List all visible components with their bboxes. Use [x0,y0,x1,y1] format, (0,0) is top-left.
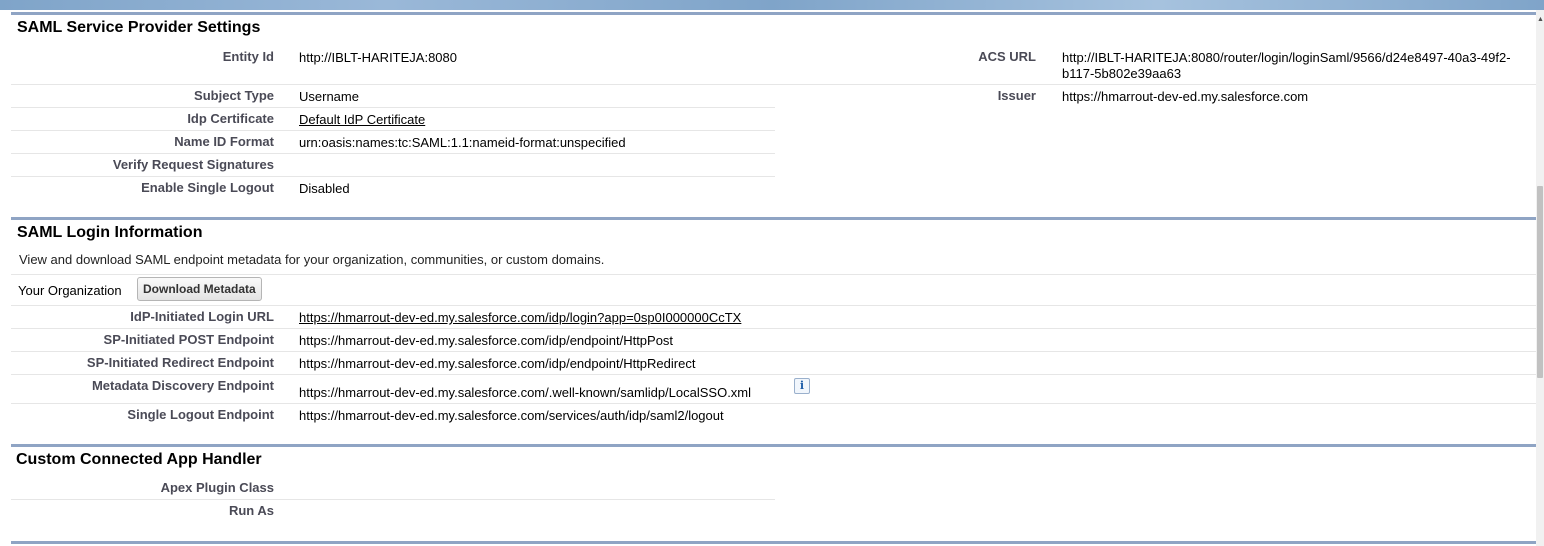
row-divider [11,84,1536,85]
your-organization-label: Your Organization [18,283,122,298]
subject-type-value: Username [299,89,359,104]
row-divider [11,130,775,131]
enable-single-logout-value: Disabled [299,181,350,196]
name-id-format-label: Name ID Format [174,134,274,149]
metadata-discovery-label: Metadata Discovery Endpoint [91,378,274,393]
row-divider [11,274,1536,275]
sp-post-endpoint-value: https://hmarrout-dev-ed.my.salesforce.co… [299,333,674,348]
apex-plugin-class-label: Apex Plugin Class [160,480,274,495]
acs-url-value: http://IBLT-HARITEJA:8080/router/login/l… [1062,50,1511,81]
run-as-label: Run As [228,503,274,518]
row-divider [11,499,775,500]
row-divider [11,305,1536,306]
page-header-band [0,0,1544,10]
verify-request-signatures-label: Verify Request Signatures [112,157,274,172]
enable-single-logout-label: Enable Single Logout [141,180,274,195]
idp-login-url-label: IdP-Initiated Login URL [130,309,274,324]
section-divider [11,217,1536,220]
row-divider [11,153,775,154]
scroll-up-arrow-icon[interactable]: ▲ [1537,16,1544,24]
entity-id-value: http://IBLT-HARITEJA:8080 [299,50,457,65]
entity-id-label: Entity Id [222,49,274,64]
row-divider [11,328,1536,329]
issuer-label: Issuer [997,88,1036,103]
single-logout-endpoint-value: https://hmarrout-dev-ed.my.salesforce.co… [299,408,724,423]
idp-login-url-link[interactable]: https://hmarrout-dev-ed.my.salesforce.co… [299,310,741,325]
metadata-discovery-value: https://hmarrout-dev-ed.my.salesforce.co… [299,385,752,400]
sp-post-endpoint-label: SP-Initiated POST Endpoint [103,332,274,347]
row-divider [11,351,1536,352]
scrollbar-thumb[interactable] [1537,186,1543,378]
sp-redirect-endpoint-value: https://hmarrout-dev-ed.my.salesforce.co… [299,356,696,371]
idp-certificate-label: Idp Certificate [187,111,274,126]
sp-redirect-endpoint-label: SP-Initiated Redirect Endpoint [86,355,274,370]
single-logout-endpoint-label: Single Logout Endpoint [127,407,274,422]
section-divider [11,12,1536,15]
row-divider [11,374,1536,375]
section-title-sp-settings: SAML Service Provider Settings [17,19,261,36]
issuer-value: https://hmarrout-dev-ed.my.salesforce.co… [1062,89,1309,104]
section-title-handler: Custom Connected App Handler [16,451,262,468]
idp-certificate-link[interactable]: Default IdP Certificate [299,112,425,127]
info-icon[interactable]: i [794,378,810,394]
section-title-login-info: SAML Login Information [17,224,203,241]
section-divider [11,541,1536,544]
row-divider [11,107,775,108]
acs-url-label: ACS URL [978,49,1036,64]
subject-type-label: Subject Type [194,88,274,103]
login-info-description: View and download SAML endpoint metadata… [19,252,605,267]
row-divider [11,176,775,177]
row-divider [11,403,1536,404]
section-divider [11,444,1536,447]
name-id-format-value: urn:oasis:names:tc:SAML:1.1:nameid-forma… [299,135,626,150]
download-metadata-button[interactable]: Download Metadata [137,277,262,301]
